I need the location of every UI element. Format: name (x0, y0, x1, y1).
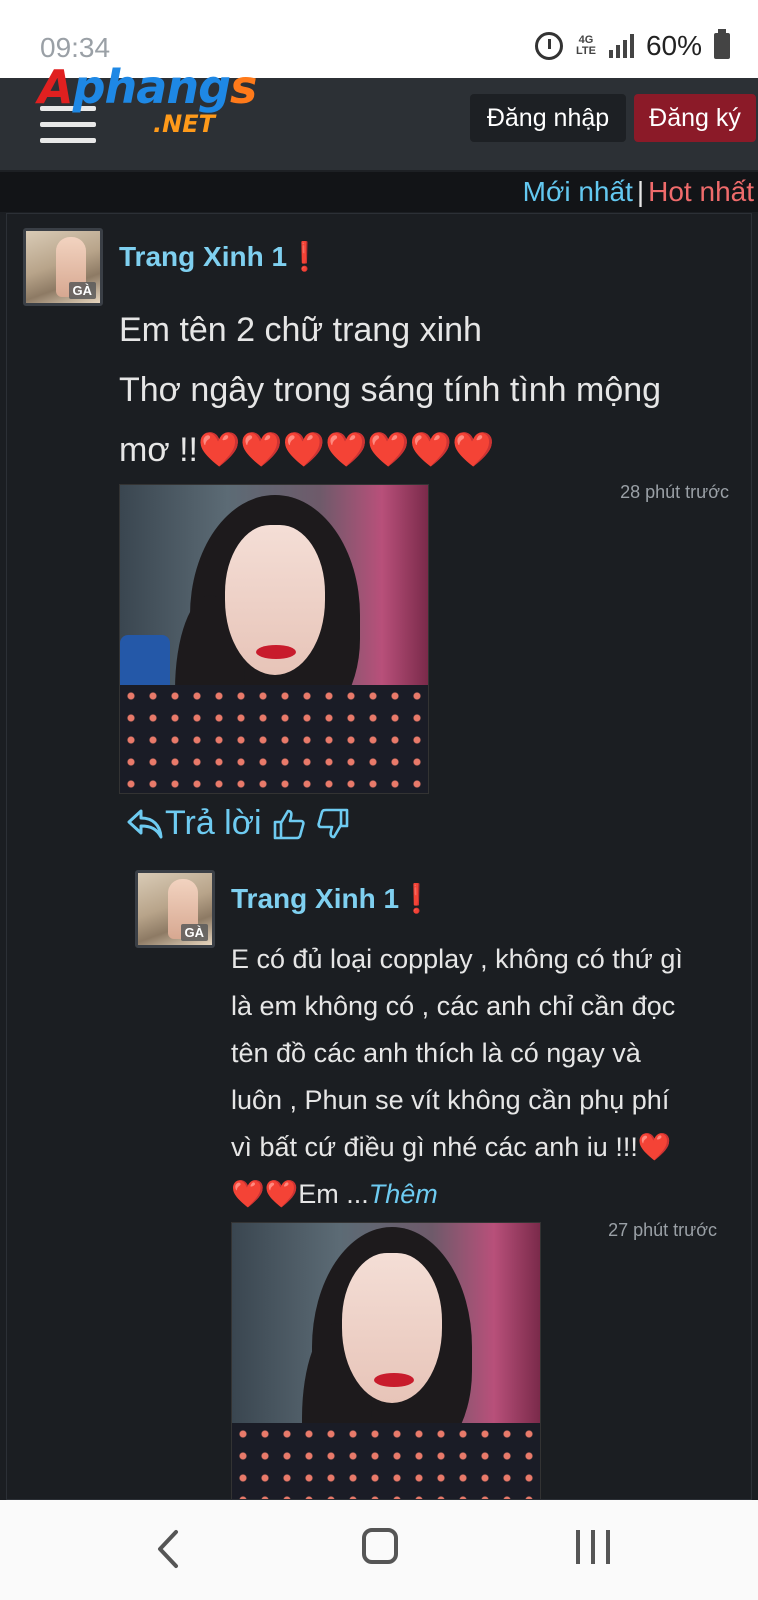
reply-arrow-icon (127, 809, 163, 838)
like-button[interactable] (272, 807, 306, 841)
network-icon: 4G LTE (575, 34, 596, 57)
reply-line: tên đồ các anh thích là có ngay và (231, 1038, 641, 1068)
login-button[interactable]: Đăng nhập (470, 94, 626, 142)
reply-button[interactable]: Trả lời (125, 804, 262, 843)
reply-line: luôn , Phun se vít không cần phụ phí (231, 1085, 670, 1115)
sort-newest-link[interactable]: Mới nhất (523, 176, 633, 207)
dislike-button[interactable] (316, 807, 350, 841)
comment-username[interactable]: Trang Xinh 1❗ (119, 240, 322, 273)
reply-photo[interactable] (231, 1222, 541, 1499)
reply-line: vì bất cứ điều gì nhé các anh iu !!!❤️ (231, 1132, 672, 1162)
battery-level: 60% (645, 30, 702, 61)
sort-bar: Mới nhất | Hot nhất (0, 172, 758, 212)
reply-label: Trả lời (165, 804, 262, 842)
reply-text: E có đủ loại copplay , không có thứ gì l… (231, 936, 683, 1218)
site-header: Aphangs .NET Đăng nhập Đăng ký (0, 60, 758, 172)
sort-hottest-link[interactable]: Hot nhất (648, 176, 754, 207)
reply-timestamp: 27 phút trước (608, 1220, 717, 1240)
show-more-link[interactable]: Thêm (369, 1179, 438, 1209)
comment-line: mơ !!❤️❤️❤️❤️❤️❤️❤️ (119, 431, 495, 469)
avatar-tag: GÀ (68, 282, 96, 299)
status-mark-icon: ❗ (399, 883, 434, 914)
sort-separator: | (636, 176, 645, 207)
comment-list: GÀ Trang Xinh 1❗ Em tên 2 chữ trang xinh… (6, 213, 752, 1500)
site-logo[interactable]: Aphangs .NET (38, 60, 268, 150)
comment-photo[interactable] (119, 484, 429, 794)
reply-line: ❤️❤️Em ...Thêm (231, 1179, 438, 1209)
comment-timestamp: 28 phút trước (620, 482, 729, 502)
register-button[interactable]: Đăng ký (634, 94, 756, 142)
status-icons: 4G LTE 60% (534, 29, 730, 62)
thumbs-up-icon (273, 809, 305, 839)
avatar[interactable]: GÀ (23, 228, 103, 306)
comment-line: Thơ ngây trong sáng tính tình mộng (119, 371, 662, 409)
home-icon[interactable] (362, 1528, 398, 1564)
thumbs-down-icon (316, 808, 348, 838)
system-nav-bar (0, 1500, 758, 1600)
comment-actions: Trả lời (125, 804, 350, 843)
reply-line: E có đủ loại copplay , không có thứ gì (231, 944, 683, 974)
avatar-tag: GÀ (180, 924, 208, 941)
recent-apps-icon[interactable] (576, 1530, 610, 1564)
battery-icon (714, 29, 730, 59)
comment-text: Em tên 2 chữ trang xinh Thơ ngây trong s… (119, 300, 661, 480)
alarm-icon (534, 32, 563, 60)
comment-line: Em tên 2 chữ trang xinh (119, 311, 482, 349)
reply-username[interactable]: Trang Xinh 1❗ (231, 882, 434, 915)
avatar[interactable]: GÀ (135, 870, 215, 948)
reply-line: là em không có , các anh chỉ cần đọc (231, 991, 676, 1021)
status-mark-icon: ❗ (287, 241, 322, 272)
signal-icon (608, 34, 634, 58)
back-icon[interactable] (150, 1524, 190, 1574)
